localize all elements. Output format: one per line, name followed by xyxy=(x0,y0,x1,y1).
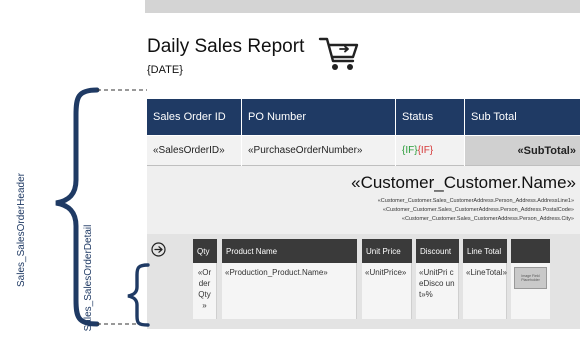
report-title: Daily Sales Report xyxy=(147,36,305,57)
detail-cell-line-total: «LineTotal» xyxy=(463,263,507,319)
header-col-sales-order-id: Sales Order ID xyxy=(147,99,241,135)
annotation-sales-order-header: Sales_SalesOrderHeader xyxy=(16,173,27,287)
arrow-right-circle-icon xyxy=(151,242,166,257)
detail-col-product-name: Product Name xyxy=(222,239,357,263)
status-if-false: {IF} xyxy=(417,145,434,156)
detail-col-unit-price: Unit Price xyxy=(362,239,412,263)
cell-sales-order-id: «SalesOrderID» xyxy=(147,136,241,166)
detail-col-qty: Qty xyxy=(193,239,217,263)
annotation-sales-order-detail: Sales_SalesOrderDetail xyxy=(83,224,94,332)
detail-col-line-total: Line Total xyxy=(463,239,507,263)
report-top-bar xyxy=(145,0,580,13)
cell-status: {IF} {IF} xyxy=(396,136,464,166)
image-placeholder: Image Field Placeholder xyxy=(514,267,547,289)
header-col-subtotal: Sub Total xyxy=(465,99,580,135)
detail-cell-discount: «UnitPri ceDisco unt»% xyxy=(416,263,459,319)
customer-address-line1: «Customer_Customer.Sales_CustomerAddress… xyxy=(377,198,574,204)
header-col-po-number: PO Number xyxy=(242,99,395,135)
detail-cell-unit-price: «UnitPrice» xyxy=(362,263,412,319)
customer-city: «Customer_Customer.Sales_CustomerAddress… xyxy=(401,216,574,222)
header-col-status: Status xyxy=(396,99,464,135)
cell-po-number: «PurchaseOrderNumber» xyxy=(242,136,395,166)
status-if-true: {IF} xyxy=(402,145,418,156)
report-date-placeholder: {DATE} xyxy=(147,64,183,76)
detail-cell-qty: «Or der Qty » xyxy=(193,263,217,319)
customer-name: «Customer_Customer.Name» xyxy=(351,173,576,192)
cell-subtotal: «SubTotal» xyxy=(465,136,580,166)
detail-col-image xyxy=(511,239,550,263)
customer-postal-code: «Customer_Customer.Sales_CustomerAddress… xyxy=(382,207,574,213)
detail-cell-product-name: «Production_Product.Name» xyxy=(222,263,357,319)
shopping-cart-icon xyxy=(318,37,359,70)
detail-col-discount: Discount xyxy=(416,239,459,263)
